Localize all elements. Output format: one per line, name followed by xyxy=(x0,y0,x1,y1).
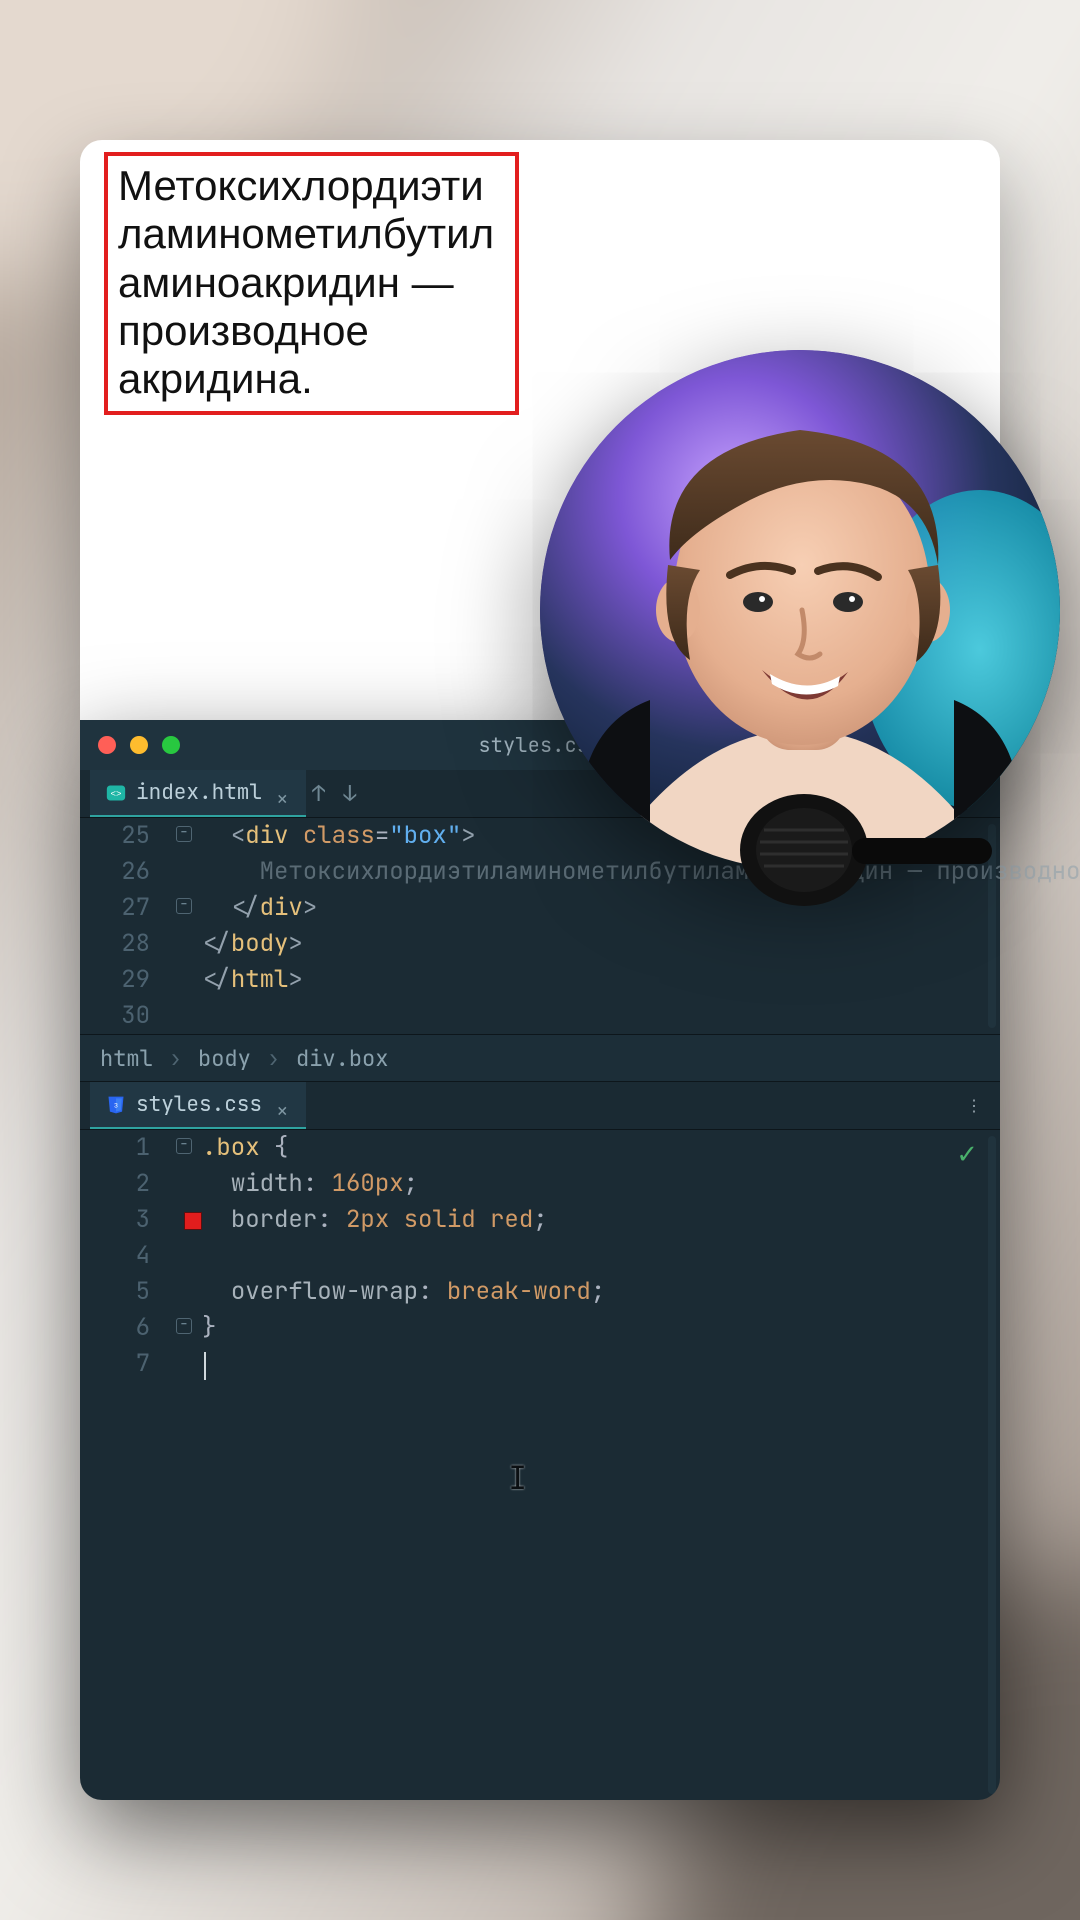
breadcrumb-item[interactable]: html xyxy=(100,1044,153,1073)
tab-label: styles.css xyxy=(136,1091,262,1118)
html-file-icon: <> xyxy=(106,783,126,803)
tab-label: index.html xyxy=(136,779,262,806)
window-controls xyxy=(98,736,180,754)
scrollbar[interactable] xyxy=(988,1136,996,1794)
css-code-area[interactable]: 1234567 ✓ .box { width: 160px; border: 2… xyxy=(80,1130,1000,1800)
gutter: 252627282930 xyxy=(80,818,172,1034)
fold-toggle-icon[interactable] xyxy=(176,898,192,914)
svg-text:<>: <> xyxy=(111,788,122,799)
zoom-window-icon[interactable] xyxy=(162,736,180,754)
close-window-icon[interactable] xyxy=(98,736,116,754)
nav-up-icon[interactable]: ↑ xyxy=(312,779,325,808)
ibeam-cursor-icon: I xyxy=(508,1456,527,1499)
demo-box: Метоксихлордиэтиламинометилбутиламиноакр… xyxy=(104,152,519,415)
tabs-css-pane: 3 styles.css × ⋮ xyxy=(80,1082,1000,1130)
breadcrumb[interactable]: html › body › div.box xyxy=(80,1034,1000,1082)
svg-text:3: 3 xyxy=(114,1102,118,1109)
tab-styles-css[interactable]: 3 styles.css × xyxy=(90,1082,306,1129)
editor-nav-arrows: ↑ ↓ xyxy=(312,779,356,808)
breadcrumb-item[interactable]: div.box xyxy=(296,1044,388,1073)
chevron-right-icon: › xyxy=(267,1044,280,1073)
gutter: 1234567 xyxy=(80,1130,172,1800)
breadcrumb-item[interactable]: body xyxy=(198,1044,251,1073)
close-tab-icon[interactable]: × xyxy=(276,1098,290,1112)
microphone-icon xyxy=(734,780,994,920)
minimize-window-icon[interactable] xyxy=(130,736,148,754)
fold-toggle-icon[interactable] xyxy=(176,826,192,842)
stage: Метоксихлордиэтиламинометилбутиламиноакр… xyxy=(80,140,1000,1800)
close-tab-icon[interactable]: × xyxy=(276,786,290,800)
css-file-icon: 3 xyxy=(106,1095,126,1115)
text-caret xyxy=(204,1352,206,1380)
lint-ok-icon: ✓ xyxy=(956,1136,978,1171)
tab-index-html[interactable]: <> index.html × xyxy=(90,770,306,817)
pane-menu-icon[interactable]: ⋮ xyxy=(966,1095,982,1116)
fold-toggle-icon[interactable] xyxy=(176,1138,192,1154)
nav-down-icon[interactable]: ↓ xyxy=(343,779,356,808)
chevron-right-icon: › xyxy=(169,1044,182,1073)
fold-toggle-icon[interactable] xyxy=(176,1318,192,1334)
